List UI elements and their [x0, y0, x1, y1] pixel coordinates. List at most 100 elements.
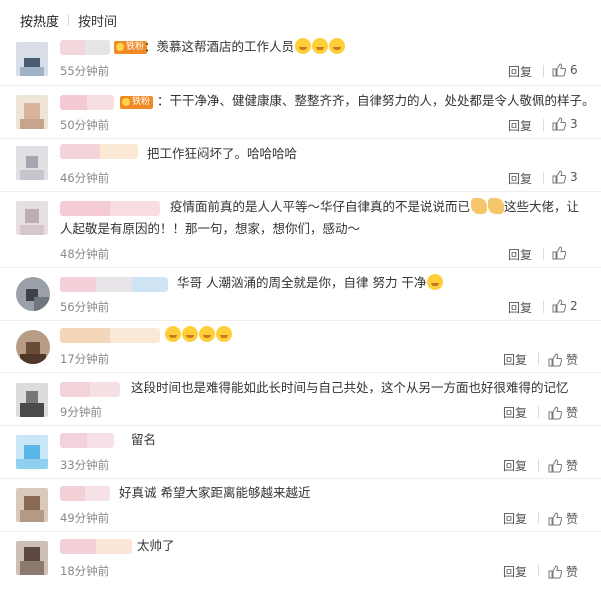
username[interactable]: [60, 433, 114, 448]
tab-by-time[interactable]: 按时间: [78, 11, 117, 30]
avatar[interactable]: [16, 541, 48, 575]
username[interactable]: [60, 382, 120, 397]
thumbs-up-icon: [552, 246, 567, 260]
like-button[interactable]: 3: [552, 117, 578, 131]
username[interactable]: [60, 144, 138, 159]
comment-text: 太帅了: [137, 538, 175, 553]
fan-badge: 铁粉: [114, 41, 148, 54]
comment-text: 这段时间也是难得能如此长时间与自己共处，这个从另一方面也好很难得的记忆: [131, 380, 569, 395]
divider: [538, 406, 539, 418]
comment-time: 46分钟前: [60, 171, 110, 185]
username[interactable]: [60, 95, 114, 110]
username[interactable]: [60, 328, 160, 343]
comment-time: 33分钟前: [60, 458, 110, 472]
comment-item: 把工作狂闷坏了。哈哈哈哈 46分钟前 回复 3: [0, 138, 601, 192]
divider: [543, 172, 544, 184]
comment-item: 这段时间也是难得能如此长时间与自己共处，这个从另一方面也好很难得的记忆 9分钟前…: [0, 372, 601, 426]
reply-button[interactable]: 回复: [508, 299, 532, 316]
avatar[interactable]: [16, 277, 50, 311]
fan-badge: 铁粉: [120, 96, 154, 109]
divider: [543, 301, 544, 313]
like-button[interactable]: 赞: [548, 510, 578, 527]
scream-emoji-icon: [199, 326, 215, 342]
reply-button[interactable]: 回复: [503, 404, 527, 421]
comment-text: 好真诚 希望大家距离能够越来越近: [119, 485, 311, 500]
divider: [538, 459, 539, 471]
comment-time: 50分钟前: [60, 118, 110, 132]
thumbs-up-icon: [548, 565, 563, 579]
comment-time: 49分钟前: [60, 511, 110, 525]
reply-button[interactable]: 回复: [503, 563, 527, 580]
reply-button[interactable]: 回复: [508, 246, 532, 263]
thumbs-up-icon: [548, 406, 563, 420]
comment-item: 疫情面前真的是人人平等～华仔自律真的不是说说而已 这些大佬，让人起敬是有原因的！！…: [0, 191, 601, 268]
clap-hands-icon: [488, 198, 505, 214]
comment-item: 好真诚 希望大家距离能够越来越近 49分钟前 回复 赞: [0, 478, 601, 532]
comment-time: 17分钟前: [60, 352, 110, 366]
like-button[interactable]: 2: [552, 299, 578, 313]
avatar[interactable]: [16, 488, 48, 522]
avatar[interactable]: [16, 146, 48, 180]
comment-time: 18分钟前: [60, 564, 110, 578]
tab-divider: [68, 14, 69, 26]
like-button[interactable]: 赞: [548, 404, 578, 421]
sort-tabs: 按热度 按时间: [0, 0, 601, 34]
thumbs-up-icon: [552, 117, 567, 131]
divider: [543, 248, 544, 260]
comment-item: 留名 33分钟前 回复 赞: [0, 425, 601, 479]
comment-text: ：干干净净、健健康康、整整齐齐，自律努力的人，处处都是令人敬佩的样子。: [157, 93, 595, 108]
emoji-icon: [312, 38, 329, 54]
comment-time: 9分钟前: [60, 405, 102, 419]
divider: [543, 65, 544, 77]
username[interactable]: [60, 40, 110, 55]
emoji-icon: [329, 38, 346, 54]
comment-item: 太帅了 18分钟前 回复 赞: [0, 531, 601, 591]
comment-text: ：羡慕这帮酒店的工作人员: [144, 36, 346, 58]
comment-text: [164, 324, 232, 346]
username[interactable]: [60, 486, 110, 501]
scream-emoji-icon: [165, 326, 181, 342]
smile-emoji-icon: [427, 274, 444, 290]
emoji-icon: [295, 38, 312, 54]
comment-text: 把工作狂闷坏了。哈哈哈哈: [147, 146, 298, 161]
comment-time: 48分钟前: [60, 247, 110, 261]
reply-button[interactable]: 回复: [503, 457, 527, 474]
like-button[interactable]: 3: [552, 170, 578, 184]
clap-hands-icon: [471, 198, 488, 214]
like-button[interactable]: 6: [552, 63, 578, 77]
reply-button[interactable]: 回复: [508, 117, 532, 134]
divider: [543, 119, 544, 131]
thumbs-up-icon: [548, 459, 563, 473]
comment-item: 铁粉 ：干干净净、健健康康、整整齐齐，自律努力的人，处处都是令人敬佩的样子。 5…: [0, 85, 601, 139]
reply-button[interactable]: 回复: [508, 170, 532, 187]
avatar[interactable]: [16, 383, 48, 417]
scream-emoji-icon: [182, 326, 198, 342]
like-button[interactable]: 赞: [548, 563, 578, 580]
thumbs-up-icon: [552, 63, 567, 77]
comment-text: 留名: [131, 432, 157, 447]
avatar[interactable]: [16, 435, 48, 469]
thumbs-up-icon: [552, 170, 567, 184]
comment-item: 华哥 人潮汹涌的周全就是你，自律 努力 干净 56分钟前 回复 2: [0, 267, 601, 321]
username[interactable]: [60, 539, 132, 554]
reply-button[interactable]: 回复: [503, 351, 527, 368]
reply-button[interactable]: 回复: [508, 63, 532, 80]
scream-emoji-icon: [216, 326, 232, 342]
divider: [538, 565, 539, 577]
like-button[interactable]: [552, 246, 570, 260]
like-button[interactable]: 赞: [548, 351, 578, 368]
like-button[interactable]: 赞: [548, 457, 578, 474]
comment-text: 华哥 人潮汹涌的周全就是你，自律 努力 干净: [177, 272, 444, 294]
tab-by-hot[interactable]: 按热度: [20, 11, 59, 30]
avatar[interactable]: [16, 201, 48, 235]
comment-text: 疫情面前真的是人人平等～华仔自律真的不是说说而已 这些大佬，让人起敬是有原因的！！…: [60, 198, 580, 236]
thumbs-up-icon: [548, 353, 563, 367]
thumbs-up-icon: [548, 512, 563, 526]
avatar[interactable]: [16, 42, 48, 76]
reply-button[interactable]: 回复: [503, 510, 527, 527]
avatar[interactable]: [16, 95, 48, 129]
avatar[interactable]: [16, 330, 50, 364]
comment-time: 56分钟前: [60, 300, 110, 314]
comment-time: 55分钟前: [60, 64, 110, 78]
username[interactable]: [60, 277, 168, 292]
